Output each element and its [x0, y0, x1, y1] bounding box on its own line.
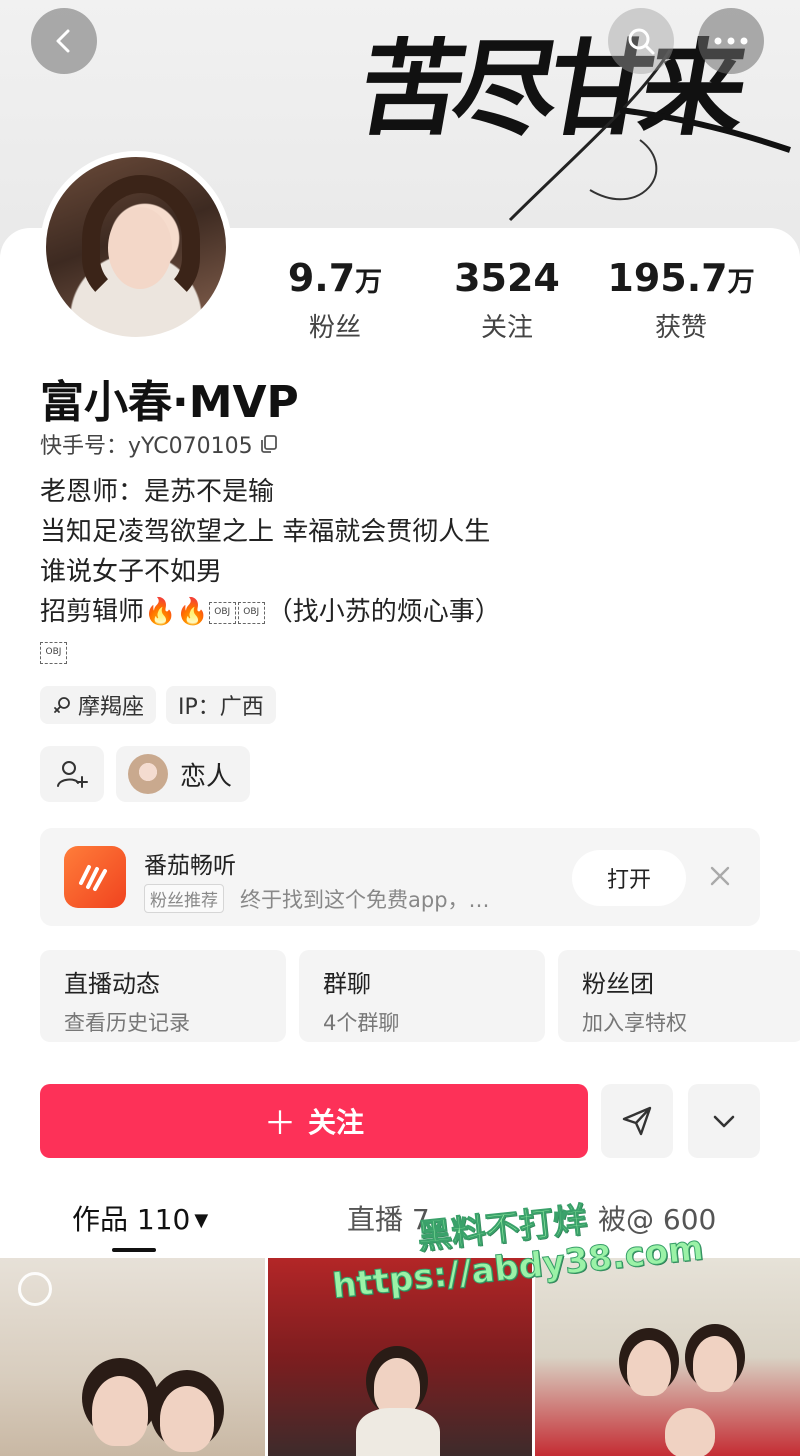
feature-title: 群聊 [323, 970, 371, 998]
profile-tags: 摩羯座 IP：广西 [40, 686, 276, 724]
lover-relation-button[interactable]: 恋人 [116, 746, 251, 802]
stat-likes-label: 获赞 [654, 313, 707, 343]
search-button[interactable] [608, 8, 674, 74]
chevron-left-icon [56, 29, 70, 53]
stat-likes-value: 195.7万 [607, 256, 755, 300]
more-options-button[interactable] [698, 8, 764, 74]
thumb-person-face [693, 1336, 738, 1392]
stat-followers[interactable]: 9.7万 粉丝 [250, 256, 420, 344]
kuaishou-id: 快手号：yYC070105 [40, 428, 279, 460]
copy-icon[interactable] [259, 434, 279, 454]
more-dots-icon [714, 37, 748, 45]
feature-subtitle: 4个群聊 [323, 1011, 400, 1035]
tab-works-label: 作品 110 [72, 1203, 191, 1236]
profile-stats: 9.7万 粉丝 3524 关注 195.7万 获赞 [250, 256, 770, 346]
chevron-down-icon [713, 1115, 735, 1128]
live-history-card[interactable]: 直播动态 查看历史记录 [40, 950, 286, 1042]
obj-placeholder-3: OBJ [40, 641, 67, 664]
ad-title: 番茄畅听 [144, 853, 236, 879]
ip-label: IP：广西 [178, 695, 264, 720]
thumb-person-body [355, 1408, 440, 1456]
group-chat-card[interactable]: 群聊 4个群聊 [299, 950, 545, 1042]
feature-title: 直播动态 [64, 970, 160, 998]
active-tab-indicator [112, 1248, 156, 1252]
feature-title: 粉丝团 [582, 970, 654, 998]
bio-line-1: 老恩师：是苏不是输 [40, 477, 275, 507]
add-friend-button[interactable] [40, 746, 104, 802]
zodiac-label: 摩羯座 [78, 695, 145, 720]
caret-down-icon: ▼ [194, 1210, 209, 1231]
thumb-person-face [665, 1408, 716, 1456]
thumb-person-face [92, 1376, 148, 1446]
fanqie-app-icon [64, 846, 126, 908]
thumb-person-face [160, 1386, 214, 1452]
app-recommendation-card[interactable]: 番茄畅听 粉丝推荐 终于找到这个免费app，… 打开 [40, 828, 760, 926]
close-icon[interactable] [706, 862, 734, 890]
follow-button[interactable]: ＋ 关注 [40, 1084, 588, 1158]
expand-more-button[interactable] [688, 1084, 760, 1158]
back-button[interactable] [31, 8, 97, 74]
stat-likes[interactable]: 195.7万 获赞 [596, 256, 766, 344]
follow-label: 关注 [308, 1106, 365, 1139]
female-symbol-icon [54, 697, 70, 713]
profile-name: 富小春·MVP [40, 377, 299, 428]
bio-line-3: 谁说女子不如男 [40, 557, 223, 587]
ad-open-button[interactable]: 打开 [572, 850, 686, 906]
stat-following[interactable]: 3524 关注 [422, 256, 592, 344]
bio-line-5: OBJ [40, 632, 501, 672]
feature-cards: 直播动态 查看历史记录 群聊 4个群聊 粉丝团 加入享特权 [40, 950, 800, 1042]
lover-label: 恋人 [180, 761, 233, 792]
profile-bio: 老恩师：是苏不是输 当知足凌驾欲望之上 幸福就会贯彻人生 谁说女子不如男 招剪辑… [40, 472, 501, 672]
kuaishou-id-text: 快手号：yYC070105 [40, 434, 253, 459]
lover-avatar [128, 754, 168, 794]
tab-works[interactable]: 作品 110 ▼ [72, 1198, 208, 1238]
search-icon [628, 28, 655, 55]
thumb-person-face [627, 1340, 672, 1396]
profile-avatar[interactable] [40, 151, 232, 343]
live-photo-icon [18, 1272, 52, 1306]
add-user-icon [57, 761, 88, 788]
obj-placeholder-2: OBJ [237, 601, 265, 624]
video-thumbnail[interactable] [0, 1258, 265, 1456]
bio-line-4-text: 招剪辑师🔥🔥 [40, 597, 209, 627]
plus-icon: ＋ [263, 1104, 296, 1142]
bio-line-4: 招剪辑师🔥🔥 OBJ OBJ （找小苏的烦心事） [40, 592, 501, 632]
obj-placeholder-1: OBJ [208, 601, 236, 624]
zodiac-tag: 摩羯座 [40, 686, 157, 724]
ip-tag: IP：广西 [166, 686, 276, 724]
feature-subtitle: 加入享特权 [582, 1011, 687, 1035]
ad-description: 终于找到这个免费app，… [240, 888, 490, 912]
feature-subtitle: 查看历史记录 [64, 1011, 190, 1035]
bio-line-4-tail: （找小苏的烦心事） [266, 597, 501, 627]
ad-badge: 粉丝推荐 [144, 884, 224, 913]
send-message-button[interactable] [601, 1084, 673, 1158]
paper-plane-icon [622, 1106, 652, 1136]
stat-following-label: 关注 [480, 313, 533, 343]
stat-followers-value: 9.7万 [287, 256, 383, 300]
stat-followers-label: 粉丝 [308, 313, 361, 343]
avatar-face [108, 207, 172, 289]
stat-following-value: 3524 [454, 256, 560, 300]
bio-line-2: 当知足凌驾欲望之上 幸福就会贯彻人生 [40, 517, 491, 547]
fan-club-card[interactable]: 粉丝团 加入享特权 [558, 950, 800, 1042]
sound-wave-icon [79, 865, 107, 891]
relations-row: 恋人 [40, 746, 251, 802]
